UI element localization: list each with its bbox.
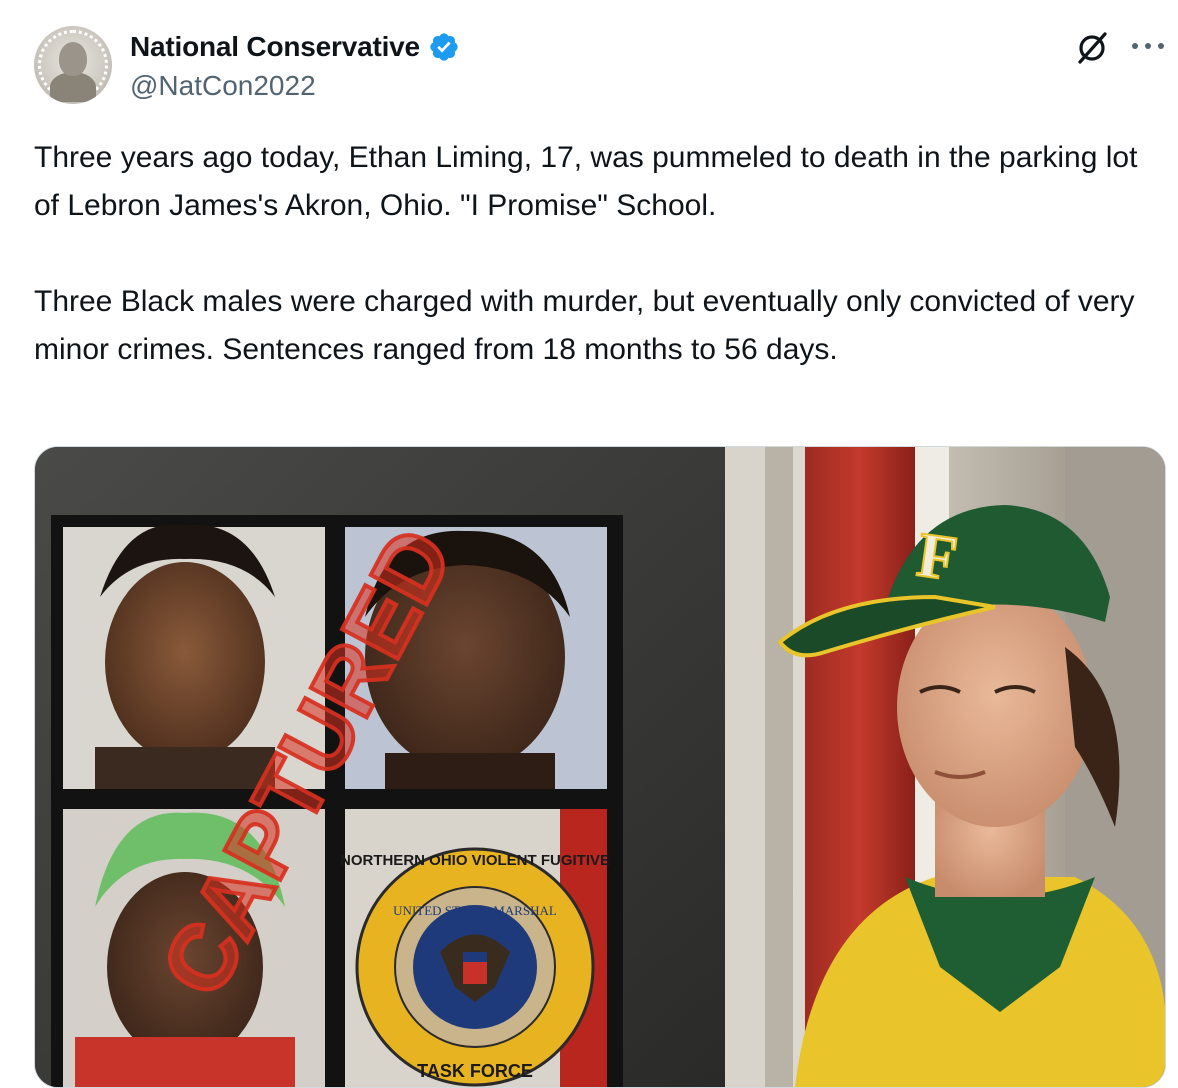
more-icon[interactable] <box>1128 36 1168 56</box>
avatar[interactable] <box>34 26 112 104</box>
verified-badge-icon <box>430 33 458 61</box>
tweet-card[interactable]: National Conservative @NatCon2022 Three … <box>0 0 1178 1088</box>
tweet-media-image[interactable]: NORTHERN OHIO VIOLENT FUGITIVE UNITED ST… <box>34 446 1166 1088</box>
media-illustration: NORTHERN OHIO VIOLENT FUGITIVE UNITED ST… <box>35 447 1165 1087</box>
seal-inner-text: UNITED STATES MARSHAL <box>393 903 557 918</box>
author-name-row[interactable]: National Conservative <box>130 28 460 66</box>
tweet-header: National Conservative @NatCon2022 <box>34 26 1164 110</box>
author-display-name[interactable]: National Conservative <box>130 31 420 63</box>
seal-bottom-text: TASK FORCE <box>417 1061 533 1081</box>
author-handle[interactable]: @NatCon2022 <box>130 70 316 102</box>
seal-top-text: NORTHERN OHIO VIOLENT FUGITIVE <box>340 852 610 869</box>
grok-icon[interactable] <box>1074 30 1110 66</box>
tweet-text: Three years ago today, Ethan Liming, 17,… <box>34 141 1138 366</box>
